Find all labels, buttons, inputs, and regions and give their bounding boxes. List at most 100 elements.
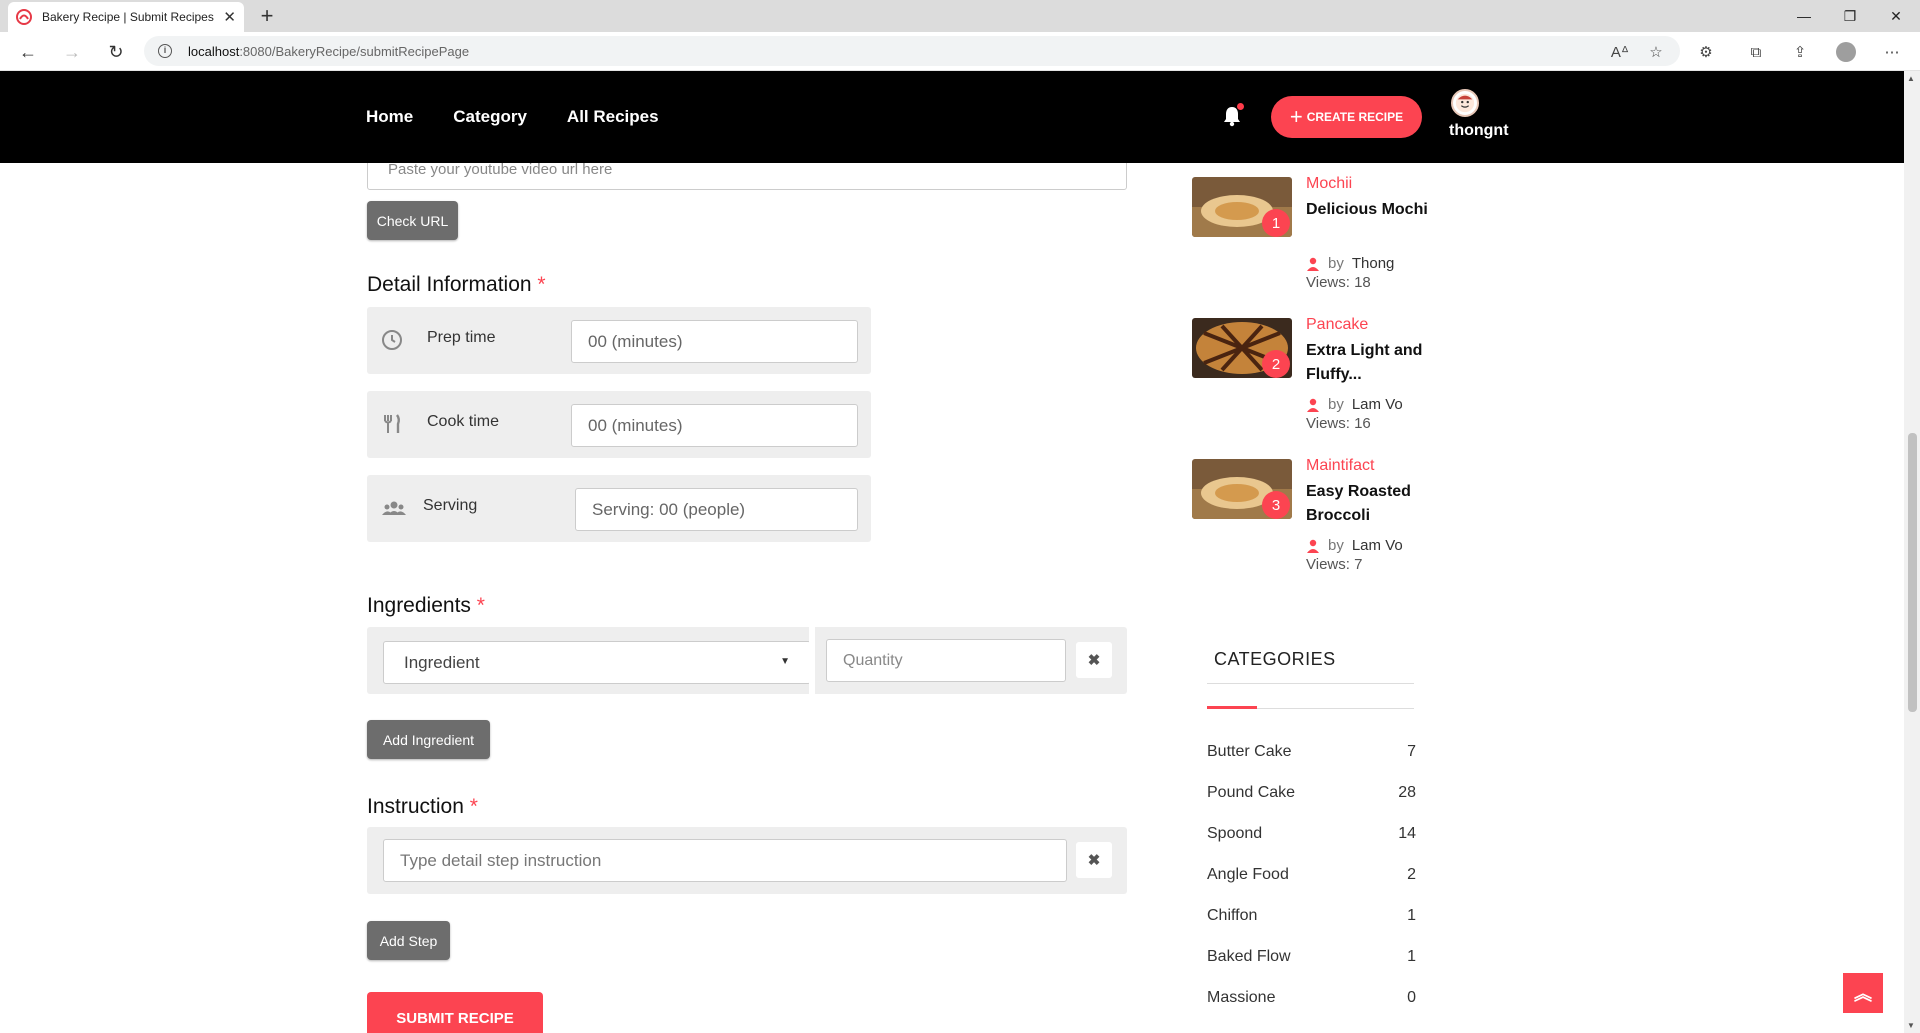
reload-icon[interactable]: ↻ (102, 38, 130, 66)
popular-recipe-card[interactable]: 1 Mochii Delicious Mochi by Thong Views: … (1192, 175, 1492, 297)
site-header: Home Category All Recipes + CREATE RECIP… (0, 71, 1904, 163)
category-count: 2 (1407, 866, 1416, 883)
youtube-url-input[interactable]: Paste your youtube video url here (367, 163, 1127, 190)
address-bar-row: ← → ↻ i localhost:8080/BakeryRecipe/subm… (0, 32, 1920, 71)
remove-ingredient-button[interactable]: ✖ (1076, 642, 1112, 678)
back-to-top-button[interactable]: ︽ (1843, 973, 1883, 1013)
category-item[interactable]: Butter Cake 7 (1207, 743, 1416, 761)
browser-tab[interactable]: Bakery Recipe | Submit Recipes ✕ (8, 2, 244, 32)
category-item[interactable]: Massione 0 (1207, 989, 1416, 1007)
menu-icon[interactable]: ⋯ (1880, 40, 1904, 64)
close-tab-icon[interactable]: ✕ (223, 8, 236, 26)
category-name[interactable]: Spoond (1207, 825, 1262, 843)
tab-title: Bakery Recipe | Submit Recipes (42, 10, 214, 24)
profile-icon[interactable] (1834, 40, 1858, 64)
nav-category[interactable]: Category (453, 107, 527, 127)
main-nav: Home Category All Recipes (366, 107, 659, 127)
category-name[interactable]: Baked Flow (1207, 948, 1291, 966)
read-aloud-icon[interactable]: Aᐞ (1608, 40, 1632, 64)
recipe-author: by Lam Vo (1306, 537, 1403, 554)
url-host: localhost (188, 43, 240, 59)
restore-button[interactable]: ❐ (1828, 0, 1872, 32)
category-item[interactable]: Angle Food 2 (1207, 866, 1416, 884)
category-item[interactable]: Spoond 14 (1207, 825, 1416, 843)
notification-dot (1237, 103, 1244, 110)
create-recipe-button[interactable]: + CREATE RECIPE (1271, 96, 1422, 138)
url-field[interactable]: i localhost:8080/BakeryRecipe/submitReci… (144, 36, 1680, 66)
scroll-up-icon[interactable]: ▲ (1907, 74, 1915, 83)
extensions-icon[interactable]: ⚙ (1694, 40, 1718, 64)
ingredient-select-value: Ingredient (404, 652, 480, 672)
close-window-button[interactable]: ✕ (1874, 0, 1918, 32)
category-item[interactable]: Pound Cake 28 (1207, 784, 1416, 802)
nav-all-recipes[interactable]: All Recipes (567, 107, 659, 127)
popular-recipe-card[interactable]: 3 Maintifact Easy Roasted Broccoli by Lam… (1192, 457, 1492, 579)
share-icon[interactable]: ⇪ (1788, 40, 1812, 64)
page-scrollbar[interactable]: ▲ ▼ (1904, 71, 1920, 1033)
instruction-label: Instruction (367, 795, 464, 818)
ingredient-divider (809, 627, 815, 694)
category-name[interactable]: Angle Food (1207, 866, 1289, 884)
remove-step-button[interactable]: ✖ (1076, 842, 1112, 878)
scroll-down-icon[interactable]: ▼ (1907, 1021, 1915, 1030)
bell-icon[interactable] (1222, 103, 1244, 127)
back-icon[interactable]: ← (14, 38, 42, 66)
collections-icon[interactable]: ⧉ (1744, 40, 1768, 64)
instruction-input[interactable]: Type detail step instruction (383, 839, 1067, 882)
user-icon (1307, 398, 1319, 412)
category-count: 0 (1407, 989, 1416, 1006)
recipe-title[interactable]: Delicious Mochi (1306, 198, 1441, 222)
minimize-button[interactable]: — (1782, 0, 1826, 32)
site-info-icon[interactable]: i (158, 44, 172, 58)
category-name[interactable]: Massione (1207, 989, 1275, 1007)
add-ingredient-button[interactable]: Add Ingredient (367, 720, 490, 759)
cook-time-input[interactable]: 00 (minutes) (571, 404, 858, 447)
categories-heading: CATEGORIES (1214, 649, 1336, 669)
category-item[interactable]: Chiffon 1 (1207, 907, 1416, 925)
categories-accent-bar (1207, 706, 1257, 709)
recipe-category[interactable]: Pancake (1306, 316, 1368, 334)
category-name[interactable]: Chiffon (1207, 907, 1257, 925)
rank-badge: 1 (1262, 209, 1290, 237)
popular-recipe-card[interactable]: 2 Pancake Extra Light and Fluffy... by La… (1192, 316, 1492, 438)
create-recipe-label: CREATE RECIPE (1306, 110, 1404, 124)
rank-badge: 3 (1262, 491, 1290, 519)
by-label: by (1328, 396, 1344, 413)
recipe-category[interactable]: Mochii (1306, 175, 1352, 193)
forward-icon[interactable]: → (58, 38, 86, 66)
scroll-thumb[interactable] (1908, 433, 1917, 712)
recipe-views: Views: 18 (1306, 274, 1371, 291)
required-mark: * (469, 795, 478, 818)
category-name[interactable]: Butter Cake (1207, 743, 1291, 761)
nav-home[interactable]: Home (366, 107, 413, 127)
plus-icon: + (1289, 104, 1303, 129)
rank-badge: 2 (1262, 350, 1290, 378)
category-count: 1 (1407, 907, 1416, 924)
recipe-views: Views: 7 (1306, 556, 1363, 573)
add-step-button[interactable]: Add Step (367, 921, 450, 960)
prep-time-input[interactable]: 00 (minutes) (571, 320, 858, 363)
favorite-icon[interactable]: ☆ (1644, 40, 1668, 64)
user-icon (1307, 539, 1319, 553)
author-name: Lam Vo (1351, 396, 1403, 413)
recipe-title[interactable]: Easy Roasted Broccoli (1306, 480, 1441, 528)
category-name[interactable]: Pound Cake (1207, 784, 1295, 802)
by-label: by (1328, 537, 1344, 554)
site-favicon-icon (16, 9, 32, 25)
category-count: 7 (1407, 743, 1416, 760)
arrow-up-icon: ︽ (1854, 984, 1872, 1004)
quantity-input[interactable]: Quantity (826, 639, 1066, 682)
submit-recipe-button[interactable]: SUBMIT RECIPE (367, 992, 543, 1033)
new-tab-button[interactable]: + (254, 4, 280, 30)
user-icon (1307, 257, 1319, 271)
cook-time-label: Cook time (427, 413, 500, 430)
category-item[interactable]: Baked Flow 1 (1207, 948, 1416, 966)
check-url-button[interactable]: Check URL (367, 201, 458, 240)
ingredient-select[interactable]: Ingredient ▼ (383, 641, 811, 684)
username[interactable]: thongnt (1449, 122, 1509, 140)
serving-input[interactable]: Serving: 00 (people) (575, 488, 858, 531)
recipe-title[interactable]: Extra Light and Fluffy... (1306, 339, 1441, 387)
recipe-category[interactable]: Maintifact (1306, 457, 1374, 475)
avatar[interactable] (1451, 89, 1479, 117)
author-name: Thong (1351, 255, 1395, 272)
